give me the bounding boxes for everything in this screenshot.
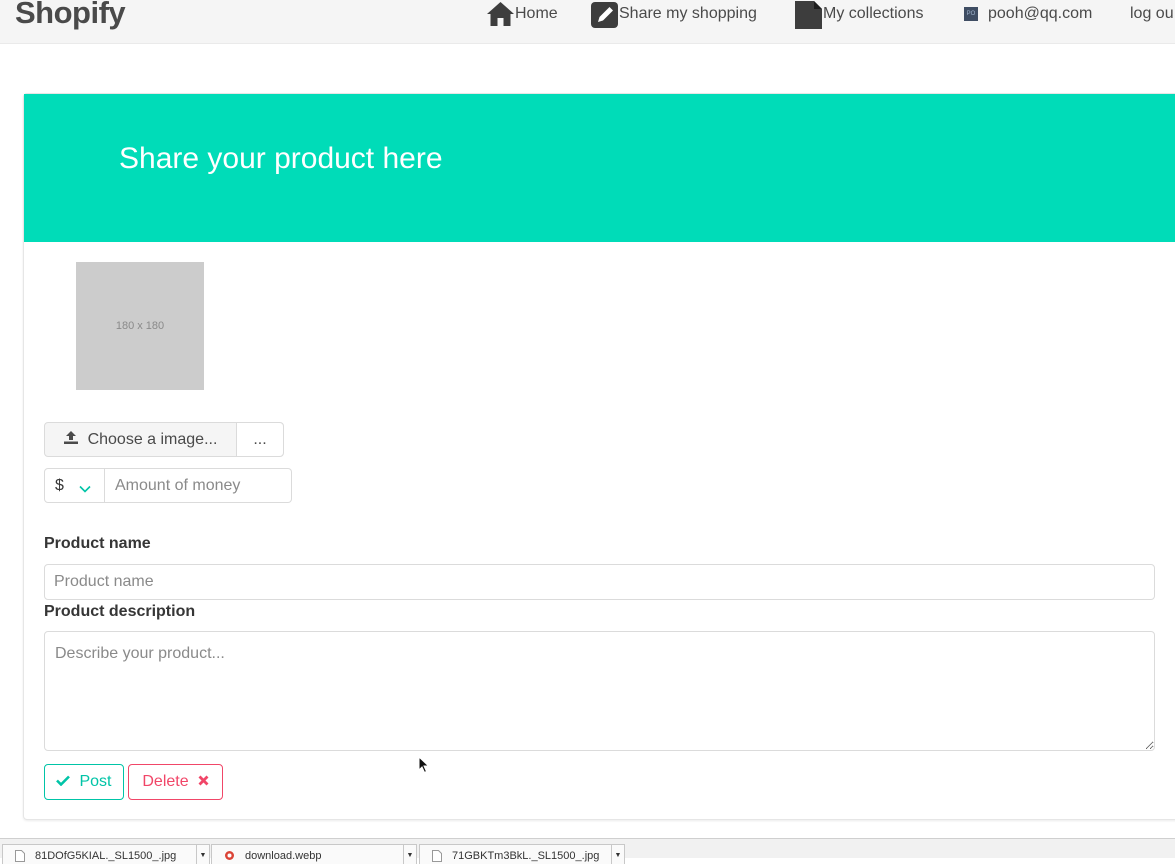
nav-logout[interactable]: log ou	[1130, 0, 1174, 28]
download-menu-button[interactable]: ▼	[403, 844, 417, 864]
download-filename: 81DOfG5KIAL._SL1500_.jpg	[35, 850, 177, 862]
home-icon	[486, 1, 515, 27]
navbar: Shopify Home Share my shopping My collec…	[0, 0, 1175, 44]
download-item[interactable]: 71GBKTm3BkL._SL1500_.jpg	[419, 844, 612, 864]
nav-home[interactable]: Home	[486, 0, 558, 28]
download-filename: download.webp	[245, 850, 322, 862]
delete-button[interactable]: Delete	[128, 764, 223, 800]
download-item[interactable]: download.webp	[211, 844, 405, 864]
user-email: pooh@qq.com	[988, 5, 1093, 22]
product-image-placeholder: 180 x 180	[76, 262, 204, 390]
product-description-textarea[interactable]	[44, 631, 1155, 751]
post-label: Post	[79, 773, 112, 790]
image-placeholder-text: 180 x 180	[115, 320, 165, 332]
downloads-bar: 81DOfG5KIAL._SL1500_.jpg ▼ download.webp…	[0, 838, 1175, 864]
chrome-file-icon	[224, 850, 235, 864]
download-filename: 71GBKTm3BkL._SL1500_.jpg	[452, 850, 600, 862]
nav-my-collections[interactable]: My collections	[795, 0, 924, 29]
currency-select[interactable]: $	[44, 468, 105, 503]
product-description-label: Product description	[44, 603, 196, 620]
price-field-group: $	[44, 468, 292, 503]
choose-image-label: Choose a image...	[87, 430, 218, 448]
hero-title: Share your product here	[119, 142, 443, 175]
choose-image-button[interactable]: Choose a image...	[45, 423, 237, 456]
nav-share-label: Share my shopping	[619, 5, 757, 22]
file-upload: Choose a image... ...	[44, 422, 284, 457]
post-button[interactable]: Post	[44, 764, 124, 800]
file-icon	[15, 850, 25, 864]
product-name-input[interactable]	[44, 564, 1155, 600]
nav-collections-label: My collections	[823, 5, 924, 22]
download-item[interactable]: 81DOfG5KIAL._SL1500_.jpg	[2, 844, 197, 864]
brand-logo[interactable]: Shopify	[15, 0, 126, 31]
upload-icon	[63, 430, 78, 449]
chevron-down-icon	[79, 480, 91, 498]
delete-label: Delete	[142, 773, 189, 790]
avatar: PO	[964, 7, 978, 21]
file-icon	[795, 0, 823, 29]
file-icon	[432, 850, 442, 864]
hero-banner: Share your product here	[24, 94, 1175, 242]
mouse-cursor-icon	[418, 756, 430, 774]
currency-value: $	[55, 476, 64, 494]
times-icon	[198, 773, 209, 791]
amount-input[interactable]	[105, 468, 292, 503]
download-menu-button[interactable]: ▼	[196, 844, 210, 864]
check-icon	[56, 773, 71, 791]
product-name-label: Product name	[44, 535, 151, 552]
download-menu-button[interactable]: ▼	[611, 844, 625, 864]
edit-icon	[591, 1, 619, 28]
nav-share-my-shopping[interactable]: Share my shopping	[591, 0, 757, 28]
nav-user-account[interactable]: PO pooh@qq.com	[964, 0, 1092, 28]
nav-home-label: Home	[515, 5, 558, 22]
share-product-card: Share your product here 180 x 180 Choose…	[23, 93, 1175, 820]
file-name-display: ...	[237, 423, 283, 456]
